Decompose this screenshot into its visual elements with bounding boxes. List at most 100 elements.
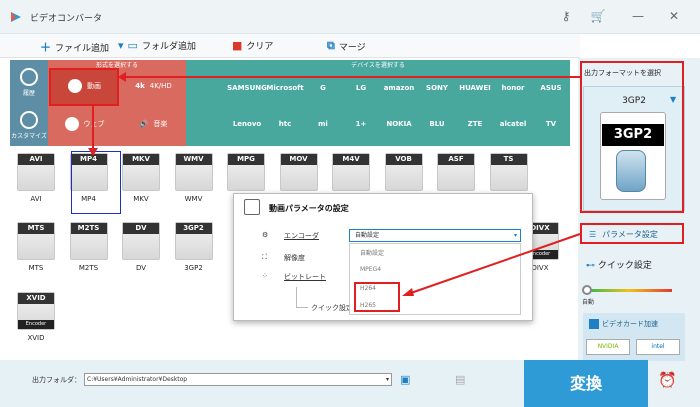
output-folder-input[interactable]: C:¥Users¥Administrator¥Desktop ▾ [84,373,392,386]
format-thumb-label: M4V [333,154,369,165]
trash-icon: ■ [232,39,243,52]
quick-setting-header: ⊷ クイック設定 [586,258,652,271]
format-thumbnail: AVI [17,153,55,191]
device-logo[interactable]: mi [302,106,344,142]
format-thumbnail: M4V [332,153,370,191]
minimize-button[interactable]: — [630,8,646,24]
format-thumbnail: MOV [279,153,318,191]
chevron-down-icon: ▾ [385,376,389,383]
format-thumb-label: MKV [123,154,159,165]
format-thumb-label: TS [490,154,527,165]
clear-button[interactable]: ■ クリア [232,39,273,52]
arrow-line [124,76,580,78]
format-tile[interactable]: XVID Encoder XVID [14,292,58,346]
key-icon[interactable]: ⚷ [558,8,574,24]
format-tile[interactable]: MKV MKV [119,153,163,207]
format-tile[interactable]: 3GP2 3GP2 [172,222,216,276]
dialog-title: 動画パラメータの設定 [269,204,349,213]
add-file-label: ファイル追加 [55,43,110,54]
auto-label: 自動 [582,299,595,306]
tab-custom[interactable]: カスタマイズ [10,103,48,146]
format-thumb-label: AVI [18,154,54,165]
format-tile[interactable]: MTS MTS [14,222,58,276]
format-thumbnail: MKV [122,153,160,191]
device-logo[interactable]: 1+ [340,106,382,142]
open-folder-icon[interactable]: ▣ [400,373,410,386]
highlight-param-button [580,223,684,244]
encoder-label: エンコーダ [284,232,319,240]
quality-slider-knob[interactable] [582,285,592,295]
chrome-icon [64,117,79,131]
device-logo[interactable]: NOKIA [378,106,420,142]
tab-history-label: 履歴 [22,90,35,97]
highlight-output-format [580,61,684,213]
resolution-icon: ⛶ [262,253,267,261]
format-tile[interactable]: M2TS M2TS [67,222,111,276]
format-hd-label: 4K/HD [149,82,172,90]
add-folder-button[interactable]: ▾ ▭ フォルダ追加 [118,39,196,52]
format-thumb-label: ASF [438,154,474,165]
nvidia-badge: NVIDIA [586,339,630,355]
device-logo[interactable]: Lenovo [226,106,268,142]
close-button[interactable]: ✕ [666,8,682,24]
quality-slider-track[interactable] [586,289,672,292]
format-tile[interactable]: AVI AVI [14,153,58,207]
convert-button[interactable]: 変換 [524,360,648,407]
bitrate-label: ビットレート [284,273,326,281]
device-logo[interactable]: htc [264,106,306,142]
format-tile[interactable]: WMV WMV [172,153,216,207]
cart-icon[interactable]: 🛒 [590,8,606,24]
merge-button[interactable]: ⧉ マージ [327,39,366,53]
intel-badge: intel [636,339,680,355]
format-web-label: ウェブ [83,120,105,128]
audio-icon: 🔊 [139,120,149,128]
app-logo-icon [10,11,22,23]
plus-icon: ＋ [40,41,51,54]
settings-icon [244,199,260,215]
device-logo[interactable]: alcatel [492,106,534,142]
quick-setting-label: クイック設定 [311,304,353,312]
format-thumb-label: MTS [18,223,54,234]
quick-setting-header-label: クイック設定 [597,261,652,271]
gpu-checkbox[interactable] [589,319,599,329]
tab-history[interactable]: 履歴 [10,60,48,103]
encoder-option[interactable]: 自動設定 [360,248,384,257]
format-thumbnail: M2TS [69,222,108,260]
encoder-select-value: 自動設定 [355,232,380,239]
format-thumbnail: XVID Encoder [17,292,55,330]
device-logo[interactable] [188,106,230,142]
format-hd-tab[interactable]: 4k 4K/HD [119,68,188,104]
resolution-label: 解像度 [284,254,305,262]
window-title: ビデオコンバータ [30,14,103,24]
format-thumbnail: ASF [437,153,475,191]
device-logo[interactable]: TV [530,106,572,142]
format-tile[interactable]: DV DV [119,222,163,276]
device-logo[interactable]: ZTE [454,106,496,142]
device-logo[interactable]: BLU [416,106,458,142]
gear-icon [20,111,38,129]
format-thumb-label: M2TS [70,223,107,234]
format-audio-tab[interactable]: 🔊 音楽 [119,106,188,142]
format-web-tab[interactable]: ウェブ [50,106,119,142]
merge-label: マージ [338,42,366,53]
4k-icon: 4k [135,82,145,90]
highlight-h264-h265 [354,282,400,312]
encoder-option[interactable]: MPEG4 [360,266,381,273]
format-caption: DV [135,264,147,272]
arrow-head [118,72,126,82]
tree-line [296,307,308,308]
format-thumb-label: XVID [18,293,54,304]
format-caption: MKV [133,195,149,203]
alarm-clock-icon[interactable]: ⏰ [658,371,677,389]
chevron-down-icon: ▾ [118,39,124,52]
format-thumb-label: DV [123,223,159,234]
folder-icon: ▭ [127,39,138,52]
gpu-label: ビデオカード加速 [602,320,658,328]
add-file-button[interactable]: ＋ ファイル追加 [40,39,109,55]
format-thumb-label: MPG [228,154,264,165]
format-thumbnail: WMV [174,153,213,191]
folder-settings-icon[interactable]: ▤ [455,373,465,386]
merge-icon: ⧉ [327,39,335,52]
format-caption: WMV [184,195,203,203]
encoder-icon: ⚙ [262,231,269,239]
